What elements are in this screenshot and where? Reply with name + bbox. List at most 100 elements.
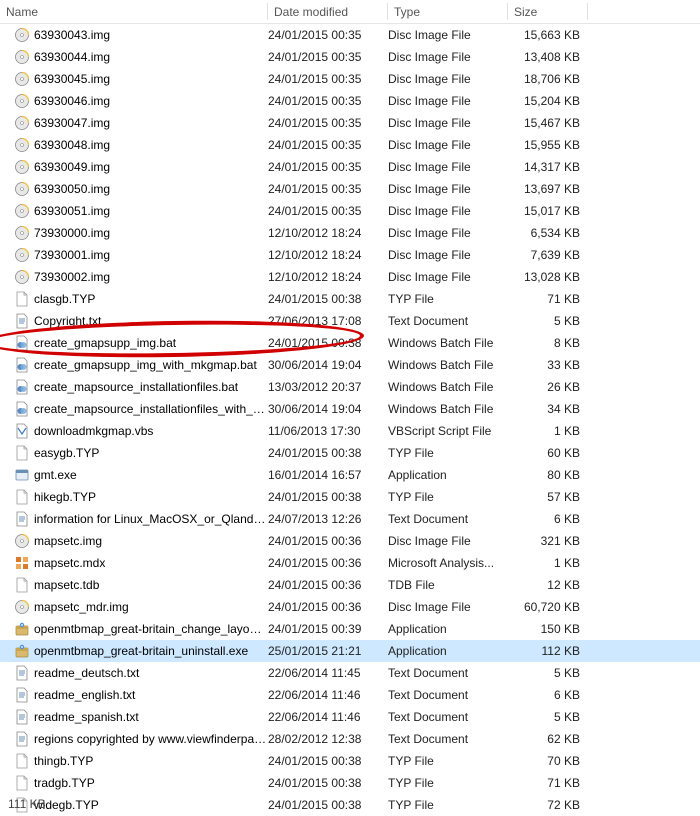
file-row[interactable]: 63930048.img24/01/2015 00:35Disc Image F… [0, 134, 700, 156]
file-date-cell: 24/01/2015 00:38 [268, 754, 388, 768]
file-size-cell: 15,467 KB [508, 116, 580, 130]
file-type-cell: Windows Batch File [388, 336, 508, 350]
file-size-cell: 15,955 KB [508, 138, 580, 152]
file-name-label: easygb.TYP [34, 446, 268, 460]
file-row[interactable]: 63930044.img24/01/2015 00:35Disc Image F… [0, 46, 700, 68]
file-name-label: readme_english.txt [34, 688, 268, 702]
file-name-label: 73930002.img [34, 270, 268, 284]
file-row[interactable]: readme_english.txt22/06/2014 11:46Text D… [0, 684, 700, 706]
column-header-date[interactable]: Date modified [268, 0, 388, 23]
file-row[interactable]: information for Linux_MacOSX_or_Qlandkar… [0, 508, 700, 530]
file-name-cell: 63930045.img [14, 71, 268, 87]
file-row[interactable]: 63930043.img24/01/2015 00:35Disc Image F… [0, 24, 700, 46]
text-file-icon [14, 731, 30, 747]
file-name-cell: create_gmapsupp_img_with_mkgmap.bat [14, 357, 268, 373]
file-date-cell: 24/01/2015 00:35 [268, 94, 388, 108]
file-row[interactable]: Copyright.txt27/06/2013 17:08Text Docume… [0, 310, 700, 332]
file-row[interactable]: 63930050.img24/01/2015 00:35Disc Image F… [0, 178, 700, 200]
file-type-cell: Disc Image File [388, 28, 508, 42]
file-row[interactable]: readme_spanish.txt22/06/2014 11:46Text D… [0, 706, 700, 728]
file-row[interactable]: downloadmkgmap.vbs11/06/2013 17:30VBScri… [0, 420, 700, 442]
text-file-icon [14, 313, 30, 329]
file-date-cell: 11/06/2013 17:30 [268, 424, 388, 438]
file-size-cell: 150 KB [508, 622, 580, 636]
file-row[interactable]: 63930049.img24/01/2015 00:35Disc Image F… [0, 156, 700, 178]
file-row[interactable]: 63930051.img24/01/2015 00:35Disc Image F… [0, 200, 700, 222]
file-row[interactable]: hikegb.TYP24/01/2015 00:38TYP File57 KB [0, 486, 700, 508]
file-name-label: create_mapsource_installationfiles_with_… [34, 402, 268, 416]
file-type-cell: Microsoft Analysis... [388, 556, 508, 570]
file-row[interactable]: regions copyrighted by www.viewfinderpan… [0, 728, 700, 750]
file-row[interactable]: openmtbmap_great-britain_change_layout.e… [0, 618, 700, 640]
file-size-cell: 5 KB [508, 710, 580, 724]
disc-image-icon [14, 225, 30, 241]
file-type-cell: Disc Image File [388, 248, 508, 262]
file-row[interactable]: 63930045.img24/01/2015 00:35Disc Image F… [0, 68, 700, 90]
disc-image-icon [14, 93, 30, 109]
file-row[interactable]: 63930046.img24/01/2015 00:35Disc Image F… [0, 90, 700, 112]
file-name-label: thingb.TYP [34, 754, 268, 768]
file-type-cell: Disc Image File [388, 72, 508, 86]
file-row[interactable]: 73930001.img12/10/2012 18:24Disc Image F… [0, 244, 700, 266]
file-row[interactable]: mapsetc.tdb24/01/2015 00:36TDB File12 KB [0, 574, 700, 596]
file-date-cell: 24/01/2015 00:35 [268, 160, 388, 174]
file-size-cell: 6 KB [508, 688, 580, 702]
file-name-label: 63930044.img [34, 50, 268, 64]
generic-file-icon [14, 445, 30, 461]
file-name-label: widegb.TYP [34, 798, 268, 812]
file-row[interactable]: 73930000.img12/10/2012 18:24Disc Image F… [0, 222, 700, 244]
file-name-cell: mapsetc.mdx [14, 555, 268, 571]
file-row[interactable]: tradgb.TYP24/01/2015 00:38TYP File71 KB [0, 772, 700, 794]
text-file-icon [14, 709, 30, 725]
file-size-cell: 7,639 KB [508, 248, 580, 262]
file-date-cell: 24/01/2015 00:38 [268, 490, 388, 504]
file-name-cell: 63930046.img [14, 93, 268, 109]
file-date-cell: 24/01/2015 00:36 [268, 556, 388, 570]
file-row[interactable]: clasgb.TYP24/01/2015 00:38TYP File71 KB [0, 288, 700, 310]
file-size-cell: 8 KB [508, 336, 580, 350]
file-row[interactable]: create_mapsource_installationfiles.bat13… [0, 376, 700, 398]
file-row[interactable]: openmtbmap_great-britain_uninstall.exe25… [0, 640, 700, 662]
file-size-cell: 321 KB [508, 534, 580, 548]
file-name-cell: tradgb.TYP [14, 775, 268, 791]
column-header-type[interactable]: Type [388, 0, 508, 23]
file-type-cell: Application [388, 622, 508, 636]
file-row[interactable]: create_mapsource_installationfiles_with_… [0, 398, 700, 420]
column-header-name[interactable]: Name [0, 0, 268, 23]
file-row[interactable]: thingb.TYP24/01/2015 00:38TYP File70 KB [0, 750, 700, 772]
file-name-cell: clasgb.TYP [14, 291, 268, 307]
column-header-size[interactable]: Size [508, 0, 588, 23]
file-name-label: mapsetc.img [34, 534, 268, 548]
file-row[interactable]: gmt.exe16/01/2014 16:57Application80 KB [0, 464, 700, 486]
file-type-cell: Text Document [388, 732, 508, 746]
file-type-cell: Disc Image File [388, 600, 508, 614]
file-name-label: 63930049.img [34, 160, 268, 174]
file-name-label: 73930000.img [34, 226, 268, 240]
file-row[interactable]: mapsetc.img24/01/2015 00:36Disc Image Fi… [0, 530, 700, 552]
file-row[interactable]: 63930047.img24/01/2015 00:35Disc Image F… [0, 112, 700, 134]
file-row[interactable]: easygb.TYP24/01/2015 00:38TYP File60 KB [0, 442, 700, 464]
file-name-label: openmtbmap_great-britain_change_layout.e… [34, 622, 268, 636]
file-name-cell: easygb.TYP [14, 445, 268, 461]
file-size-cell: 1 KB [508, 556, 580, 570]
file-name-label: 63930043.img [34, 28, 268, 42]
file-type-cell: Application [388, 468, 508, 482]
file-date-cell: 24/01/2015 00:35 [268, 72, 388, 86]
file-row[interactable]: widegb.TYP24/01/2015 00:38TYP File72 KB [0, 794, 700, 816]
disc-image-icon [14, 247, 30, 263]
file-date-cell: 24/01/2015 00:35 [268, 50, 388, 64]
file-date-cell: 24/01/2015 00:36 [268, 534, 388, 548]
file-row[interactable]: mapsetc_mdr.img24/01/2015 00:36Disc Imag… [0, 596, 700, 618]
file-date-cell: 24/01/2015 00:35 [268, 204, 388, 218]
file-row[interactable]: readme_deutsch.txt22/06/2014 11:45Text D… [0, 662, 700, 684]
file-size-cell: 13,028 KB [508, 270, 580, 284]
file-date-cell: 24/07/2013 12:26 [268, 512, 388, 526]
application-icon [14, 467, 30, 483]
file-row[interactable]: create_gmapsupp_img_with_mkgmap.bat30/06… [0, 354, 700, 376]
file-row[interactable]: mapsetc.mdx24/01/2015 00:36Microsoft Ana… [0, 552, 700, 574]
file-row[interactable]: 73930002.img12/10/2012 18:24Disc Image F… [0, 266, 700, 288]
file-date-cell: 22/06/2014 11:46 [268, 688, 388, 702]
file-row[interactable]: create_gmapsupp_img.bat24/01/2015 00:38W… [0, 332, 700, 354]
generic-file-icon [14, 775, 30, 791]
file-name-label: 63930047.img [34, 116, 268, 130]
